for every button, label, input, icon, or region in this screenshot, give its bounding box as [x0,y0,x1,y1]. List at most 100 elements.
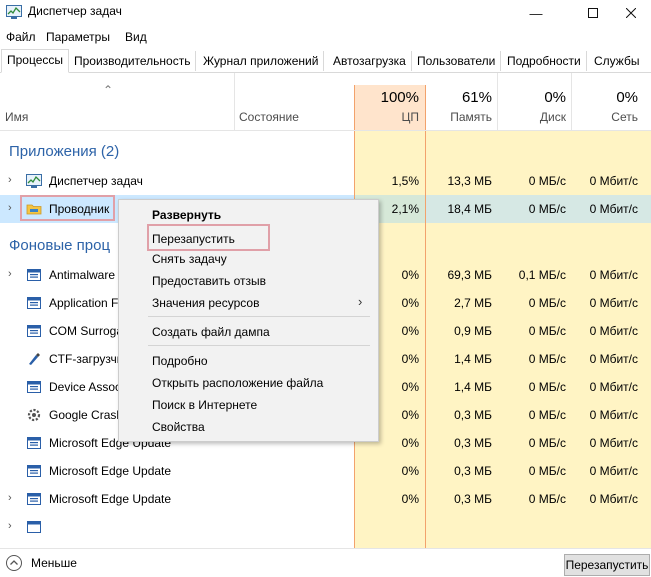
chevron-right-icon[interactable]: › [8,202,12,214]
disk-value: 0 МБ/с [528,352,566,366]
app-window-icon [27,297,41,309]
column-cpu-pct[interactable]: 100% [356,89,419,106]
tab-performance[interactable]: Производительность [69,51,197,71]
memory-value: 69,3 МБ [447,268,492,282]
column-memory-pct[interactable]: 61% [426,89,492,106]
chevron-right-icon[interactable]: › [8,174,12,186]
process-name: Application F [49,296,119,310]
process-name: Antimalware [49,268,116,282]
tab-services[interactable]: Службы [589,51,644,71]
network-value: 0 Мбит/с [589,436,638,450]
table-row[interactable]: › Microsoft Edge Update 0% 0,3 МБ 0 МБ/с… [0,485,651,513]
column-name[interactable]: Имя [5,110,28,124]
cpu-value: 1,5% [391,174,419,188]
task-manager-icon [6,5,22,19]
network-value: 0 Мбит/с [589,296,638,310]
column-network[interactable]: Сеть [572,110,638,124]
chevron-right-icon: › [358,294,363,309]
ctx-details[interactable]: Подробно [152,354,208,368]
disk-value: 0 МБ/с [528,296,566,310]
tab-startup[interactable]: Автозагрузка [328,51,412,71]
ctf-loader-icon [29,353,40,365]
restart-button[interactable]: Перезапустить [564,554,650,576]
memory-value: 0,3 МБ [454,408,492,422]
network-value: 0 Мбит/с [589,324,638,338]
menu-options[interactable]: Параметры [46,30,110,44]
process-name: Проводник [49,202,110,216]
disk-value: 0 МБ/с [528,202,566,216]
process-name: Microsoft Edge Update [49,492,172,506]
group-title-background: Фоновые проц [9,237,111,254]
process-name: Device Assoc [49,380,122,394]
task-manager-icon [26,174,42,188]
minimize-button[interactable]: — [513,0,559,26]
tab-bar: Процессы Производительность Журнал прило… [0,48,651,73]
ctx-properties[interactable]: Свойства [152,420,205,434]
network-value: 0 Мбит/с [589,380,638,394]
tab-app-history[interactable]: Журнал приложений [198,51,325,71]
column-status[interactable]: Состояние [239,110,299,124]
ctx-restart[interactable]: Перезапустить [152,232,235,246]
ctx-resource-values[interactable]: Значения ресурсов [152,296,259,310]
ctx-expand[interactable]: Развернуть [152,208,221,222]
process-name: Google Crash [49,408,124,422]
tab-processes[interactable]: Процессы [1,49,70,73]
tab-users[interactable]: Пользователи [412,51,502,71]
disk-value: 0 МБ/с [528,464,566,478]
column-memory[interactable]: Память [426,110,492,124]
column-cpu[interactable]: ЦП [356,110,419,124]
ctx-end-task[interactable]: Снять задачу [152,252,227,266]
disk-value: 0 МБ/с [528,408,566,422]
chevron-right-icon[interactable]: › [8,268,12,280]
tab-details[interactable]: Подробности [502,51,587,71]
network-value: 0 Мбит/с [589,268,638,282]
disk-value: 0 МБ/с [528,492,566,506]
process-name: Диспетчер задач [49,174,143,188]
table-row[interactable]: › Диспетчер задач 1,5% 13,3 МБ 0 МБ/с 0 … [0,167,651,195]
close-button[interactable] [610,0,651,26]
chevron-right-icon[interactable]: › [8,520,12,532]
menu-separator [148,316,370,317]
ctx-open-file-location[interactable]: Открыть расположение файла [152,376,323,390]
menu-view[interactable]: Вид [125,30,147,44]
memory-value: 13,3 МБ [447,174,492,188]
app-window-icon [27,325,41,337]
memory-value: 18,4 МБ [447,202,492,216]
cpu-value: 0% [401,464,419,478]
ctx-search-online[interactable]: Поиск в Интернете [152,398,257,412]
memory-value: 0,3 МБ [454,464,492,478]
process-name: COM Surroga [49,324,124,338]
column-divider [234,73,235,130]
memory-value: 0,3 МБ [454,436,492,450]
memory-value: 1,4 МБ [454,352,492,366]
gear-icon [27,408,41,422]
memory-value: 0,9 МБ [454,324,492,338]
table-row-partial[interactable]: › [0,513,651,548]
window-title: Диспетчер задач [28,4,122,18]
disk-value: 0 МБ/с [528,436,566,450]
network-value: 0 Мбит/с [589,464,638,478]
process-name: CTF-загрузчи [49,352,124,366]
memory-value: 2,7 МБ [454,296,492,310]
table-row[interactable]: Microsoft Edge Update 0% 0,3 МБ 0 МБ/с 0… [0,457,651,485]
disk-value: 0,1 МБ/с [518,268,566,282]
app-window-icon [27,493,41,505]
column-disk-pct[interactable]: 0% [498,89,566,106]
ctx-feedback[interactable]: Предоставить отзыв [152,274,266,288]
minimize-icon: — [529,5,543,21]
memory-value: 1,4 МБ [454,380,492,394]
title-bar: Диспетчер задач — [0,0,651,26]
fewer-details-button[interactable] [5,554,23,572]
ctx-create-dump[interactable]: Создать файл дампа [152,325,270,339]
chevron-right-icon[interactable]: › [8,492,12,504]
network-value: 0 Мбит/с [589,174,638,188]
network-value: 0 Мбит/с [589,492,638,506]
menu-file[interactable]: Файл [6,30,36,44]
close-icon [625,8,636,18]
cpu-value: 0% [401,492,419,506]
column-disk[interactable]: Диск [498,110,566,124]
column-network-pct[interactable]: 0% [572,89,638,106]
disk-value: 0 МБ/с [528,324,566,338]
fewer-details-label[interactable]: Меньше [31,556,77,570]
app-window-icon [27,521,41,533]
